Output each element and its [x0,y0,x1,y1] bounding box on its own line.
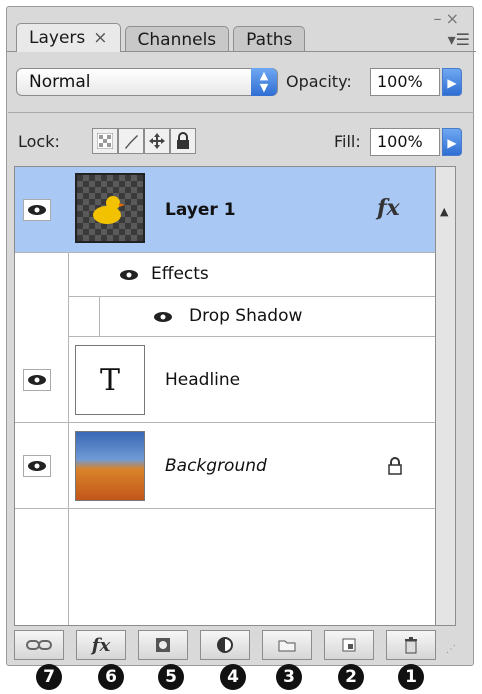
resize-grip-icon[interactable]: ⋰ [446,644,456,655]
callout-5: 5 [158,664,184,690]
trash-icon [405,637,417,654]
tab-layers[interactable]: Layers × [16,23,121,52]
folder-icon [278,640,296,652]
minimize-icon[interactable]: – [434,9,446,28]
updown-arrows-icon: ▲ ▼ [251,68,277,96]
layer-name[interactable]: Layer 1 [165,200,236,220]
lock-all-button[interactable] [170,128,196,154]
opacity-slider-button[interactable]: ▶ [442,68,462,96]
close-icon[interactable]: × [446,9,463,28]
layer-name[interactable]: Headline [165,370,240,390]
eye-icon[interactable] [119,269,139,281]
tab-label: Layers [29,28,86,48]
effects-label: Effects [151,264,209,284]
callout-3: 3 [276,664,302,690]
layer-name[interactable]: Background [165,456,267,476]
callout-1: 1 [398,664,424,690]
window-controls: –× [434,9,463,28]
tab-paths[interactable]: Paths [233,26,306,52]
blend-mode-value: Normal [29,72,91,92]
scrollbar[interactable]: ▲ [436,166,456,626]
duck-icon [93,196,125,224]
eye-icon [28,205,46,215]
layer-mask-button[interactable] [138,630,188,660]
callout-2: 2 [338,664,364,690]
tab-channels[interactable]: Channels [124,26,230,52]
eye-icon [28,375,46,385]
fill-field[interactable]: 100% [370,128,440,156]
delete-layer-button[interactable] [386,630,436,660]
eye-icon [28,461,46,471]
tab-label: Channels [137,29,217,50]
layer-row-headline[interactable]: T Headline [15,337,435,423]
lock-transparency-button[interactable] [92,128,118,154]
new-group-button[interactable] [262,630,312,660]
indent-line [99,297,100,337]
fx-indicator[interactable]: fx [377,195,400,221]
link-layers-button[interactable] [14,630,64,660]
blend-row: Normal ▲ ▼ Opacity: 100% ▶ [16,62,468,102]
visibility-eye-icon[interactable] [23,455,51,477]
brush-icon [125,135,138,149]
lock-pixels-button[interactable] [118,128,144,154]
tab-label: Paths [246,29,293,50]
effects-row[interactable]: Effects [69,253,435,297]
opacity-label: Opacity: [286,72,352,91]
lock-position-button[interactable] [144,128,170,154]
new-page-icon [342,638,356,652]
adjustment-layer-button[interactable] [200,630,250,660]
callout-6: 6 [98,664,124,690]
checker-icon [97,133,113,149]
layers-list: Layer 1 fx Effects Drop Shadow T Headlin… [14,166,436,626]
callout-4: 4 [220,664,246,690]
effect-row-drop-shadow[interactable]: Drop Shadow [69,297,435,337]
lock-icon [177,132,189,149]
tab-close-icon[interactable]: × [93,28,107,48]
new-layer-button[interactable] [324,630,374,660]
lock-label: Lock: [18,132,60,151]
layer-row-layer-1[interactable]: Layer 1 fx [15,167,435,253]
fill-slider-button[interactable]: ▶ [442,128,462,156]
lock-row: Lock: Fill: 100% ▶ [16,124,468,164]
fill-label: Fill: [334,132,361,151]
bottom-toolbar: fx ⋰ [14,630,466,662]
panel-menu-icon[interactable]: ▾☰ [448,30,470,49]
blend-mode-select[interactable]: Normal ▲ ▼ [16,68,278,96]
lock-icon [388,457,402,475]
tab-bar: Layers × Channels Paths [16,22,309,52]
visibility-eye-icon[interactable] [23,199,51,221]
scroll-up-icon[interactable]: ▲ [440,205,448,218]
text-layer-thumbnail: T [75,345,145,415]
layer-row-background[interactable]: Background [15,423,435,509]
move-icon [149,133,165,149]
callout-7: 7 [36,664,62,690]
background-thumbnail [75,431,145,501]
opacity-field[interactable]: 100% [370,68,440,96]
eye-icon[interactable] [153,311,173,323]
divider [8,112,474,113]
layer-thumbnail [75,173,145,243]
half-circle-icon [217,637,233,653]
layer-style-button[interactable]: fx [76,630,126,660]
visibility-eye-icon[interactable] [23,369,51,391]
effect-name: Drop Shadow [189,306,303,326]
link-icon [26,640,52,650]
mask-icon [156,638,170,652]
